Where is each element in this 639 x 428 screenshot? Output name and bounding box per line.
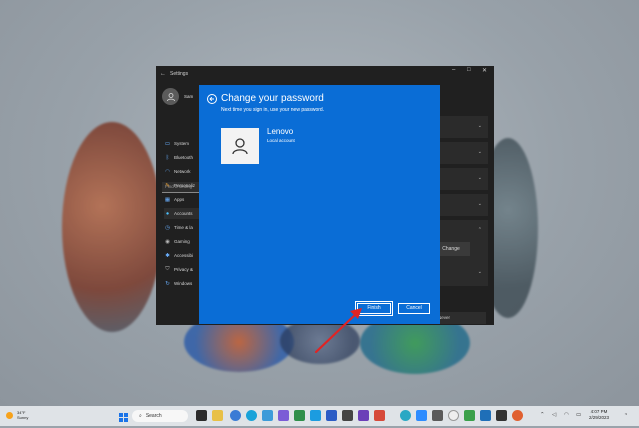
app-icon[interactable] [496, 410, 507, 421]
weather-condition: Sunny [17, 415, 29, 420]
file-explorer-icon[interactable] [212, 410, 223, 421]
chevron-up-icon[interactable]: ⌃ [540, 412, 545, 418]
user-name: Lenovo [267, 127, 294, 136]
widgets-icon[interactable] [230, 410, 241, 421]
weather-widget[interactable]: 34°F Sunny [6, 410, 28, 420]
brush-icon: ✎ [165, 182, 170, 189]
windows-update-icon: ↻ [165, 280, 170, 287]
start-icon[interactable] [118, 410, 129, 422]
annotation-arrow-icon [314, 308, 362, 354]
cancel-button[interactable]: Cancel [398, 303, 430, 314]
minimize-icon[interactable]: – [452, 67, 455, 73]
close-icon[interactable]: ✕ [482, 67, 487, 74]
profile-header: Sam [162, 88, 193, 105]
teams-icon[interactable] [358, 410, 369, 421]
office-icon[interactable] [374, 410, 385, 421]
edge-icon[interactable] [246, 410, 257, 421]
accessibility-icon: ✱ [165, 252, 170, 259]
person-icon [232, 138, 248, 155]
chevron-up-icon: ⌃ [477, 227, 482, 233]
chevron-down-icon: ⌄ [477, 149, 482, 155]
mail-icon[interactable] [262, 410, 273, 421]
battery-icon[interactable]: ▭ [576, 412, 581, 418]
taskbar-search[interactable]: ⌕ Search [132, 410, 188, 422]
arrow-left-icon [209, 96, 214, 102]
chevron-down-icon: ⌄ [477, 201, 482, 207]
dialog-title: Change your password [221, 93, 324, 104]
notification-icon[interactable]: ◔ [624, 412, 627, 418]
excel-icon[interactable] [294, 410, 305, 421]
avatar [162, 88, 179, 105]
app-icon[interactable] [432, 410, 443, 421]
back-arrow-icon[interactable] [207, 94, 217, 104]
apps-icon: ▦ [164, 196, 171, 203]
app-icon[interactable] [400, 410, 411, 421]
app-icon[interactable] [480, 410, 491, 421]
search-icon: ⌕ [139, 413, 142, 419]
account-type: Local account [267, 138, 295, 143]
back-arrow-icon[interactable]: ← [156, 71, 170, 77]
app-icon[interactable] [464, 410, 475, 421]
sound-icon[interactable]: ◁ [552, 412, 556, 418]
sun-icon [6, 411, 13, 419]
zoom-icon[interactable] [416, 410, 427, 421]
shield-icon: ⛉ [165, 266, 170, 272]
app-icon[interactable] [342, 410, 353, 421]
person-icon: ● [165, 210, 170, 217]
settings-title: Settings [170, 71, 189, 77]
app-icon[interactable] [310, 410, 321, 421]
settings-titlebar: ← Settings [156, 66, 494, 82]
word-icon[interactable] [326, 410, 337, 421]
chrome-icon[interactable] [448, 410, 459, 421]
dialog-subtitle: Next time you sign in, use your new pass… [221, 107, 325, 113]
app-icon[interactable] [512, 410, 523, 421]
wallpaper-art-left [62, 122, 162, 332]
maximize-icon[interactable]: □ [467, 67, 471, 73]
chevron-down-icon: ⌄ [477, 175, 482, 181]
chevron-down-icon: ⌄ [477, 123, 482, 129]
store-icon[interactable] [278, 410, 289, 421]
date: 2/29/2023 [589, 415, 610, 420]
task-view-icon[interactable] [196, 410, 207, 421]
never-dropdown[interactable]: Never [432, 312, 486, 324]
person-icon [166, 92, 175, 101]
clock-icon: ◷ [165, 224, 170, 231]
taskbar: 34°F Sunny ⌕ Search ⌃ ◁ ◠ ▭ 4:07 PM 2/29/… [0, 406, 639, 426]
taskbar-clock[interactable]: 4:07 PM 2/29/2023 [589, 409, 609, 421]
user-avatar [221, 128, 259, 164]
profile-name: Sam [184, 94, 194, 99]
monitor-icon: ▭ [164, 140, 171, 147]
chevron-down-icon: ⌄ [477, 269, 482, 275]
change-password-dialog: Change your password Next time you sign … [199, 85, 440, 324]
bluetooth-icon: ᛒ [165, 154, 170, 161]
gamepad-icon: ◉ [165, 238, 170, 245]
wifi-icon: ◠ [165, 168, 170, 175]
wifi-icon[interactable]: ◠ [564, 412, 569, 418]
